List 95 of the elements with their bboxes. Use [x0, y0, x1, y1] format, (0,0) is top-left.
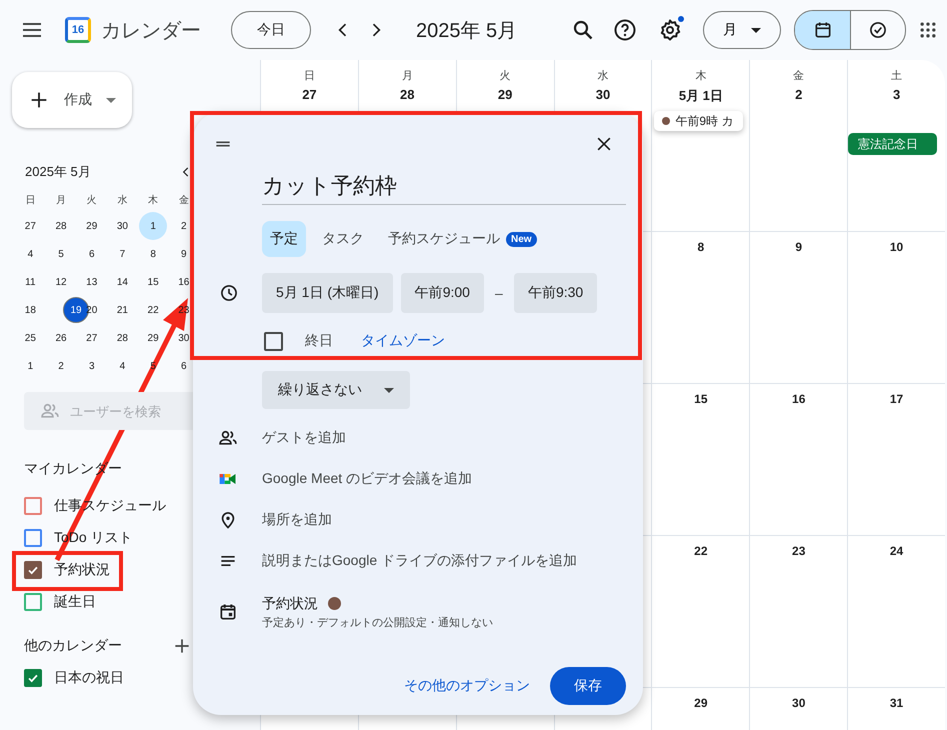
weekday-label: 月 [402, 69, 413, 83]
calendar-name: 誕生日 [54, 593, 96, 611]
weekday-label: 水 [597, 69, 608, 83]
mini-calendar-day[interactable]: 27 [80, 326, 104, 350]
weekday-label: 水 [116, 194, 128, 208]
range-dash: – [494, 285, 504, 301]
mini-calendar-day[interactable]: 6 [80, 242, 104, 266]
mini-calendar-day[interactable]: 14 [110, 270, 134, 294]
end-time-button[interactable]: 午前9:30 [514, 273, 598, 313]
weekday-label: 日 [24, 194, 36, 208]
title-field[interactable]: カット予約枠 [262, 167, 626, 205]
mini-calendar-day[interactable]: 1 [141, 214, 166, 238]
all-day-label: 終日 [305, 332, 333, 350]
weekday-label: 木 [147, 194, 160, 208]
mini-calendar-day[interactable]: 29 [80, 214, 104, 238]
today-button[interactable]: 今日 [231, 11, 311, 49]
calendar-logo: 16 [65, 17, 91, 43]
event-chip[interactable]: 午前9時 カ [654, 111, 744, 131]
day-number[interactable]: 24 [890, 544, 904, 558]
calendar-name[interactable]: 予約状況 [262, 594, 318, 612]
create-button[interactable]: 作成 [12, 72, 132, 128]
day-number[interactable]: 30 [596, 87, 610, 102]
weekday-label: 木 [695, 69, 706, 83]
add-guests-link[interactable]: ゲストを追加 [262, 428, 626, 446]
weekday-label: 火 [500, 69, 511, 83]
more-options-link[interactable]: その他のオプション [404, 677, 530, 695]
mini-calendar-day[interactable]: 7 [110, 242, 134, 266]
day-number[interactable]: 8 [698, 240, 704, 254]
mini-calendar-day[interactable]: 25 [18, 326, 42, 350]
mini-calendar-day[interactable]: 21 [110, 298, 134, 322]
day-number[interactable]: 22 [694, 544, 708, 558]
mini-calendar-title: 2025年 5月 [25, 163, 91, 181]
mini-calendar-day[interactable]: 11 [18, 270, 42, 294]
section-title: 他のカレンダー [24, 637, 122, 655]
holiday-chip[interactable]: 憲法記念日 [848, 133, 937, 155]
event-type-tab[interactable]: タスク [314, 221, 372, 257]
calendar-settings-summary: 予定あり・デフォルトの公開設定・通知しない [262, 616, 494, 630]
day-number[interactable]: 29 [694, 696, 708, 710]
mini-calendar-day[interactable]: 12 [49, 270, 74, 294]
day-number[interactable]: 17 [890, 392, 904, 406]
mini-calendar-day[interactable]: 22 [141, 298, 166, 322]
mini-calendar-day[interactable]: 4 [18, 242, 42, 266]
mini-calendar-day[interactable]: 28 [110, 326, 134, 350]
mini-calendar-day[interactable]: 27 [18, 214, 42, 238]
mini-calendar-day[interactable]: 18 [18, 298, 42, 322]
day-number[interactable]: 28 [400, 87, 414, 102]
day-number[interactable]: 2 [795, 87, 802, 102]
mini-calendar-day[interactable]: 30 [110, 214, 134, 238]
day-number[interactable]: 5月 1日 [678, 87, 723, 105]
time-zone-link[interactable]: タイムゾーン [361, 332, 445, 350]
calendar-name: 日本の祝日 [54, 669, 124, 687]
add-video-call-link[interactable]: Google Meet のビデオ会議を追加 [262, 470, 626, 488]
mini-calendar-day[interactable]: 13 [80, 270, 104, 294]
add-description-link[interactable]: 説明またはGoogle ドライブの添付ファイルを追加 [262, 552, 626, 570]
event-type-tab[interactable]: 予約スケジュール New [380, 221, 545, 257]
day-number[interactable]: 9 [795, 240, 802, 254]
date-button[interactable]: 5月 1日 (木曜日) [262, 273, 393, 313]
event-type-tab[interactable]: 予定 [262, 221, 306, 257]
add-location-link[interactable]: 場所を追加 [262, 510, 626, 528]
mini-calendar-day[interactable]: 5 [49, 242, 74, 266]
day-number[interactable]: 29 [498, 87, 512, 102]
event-title: 午前9時 カ [675, 112, 734, 130]
mini-calendar-day[interactable]: 5 [141, 354, 166, 378]
day-number[interactable]: 31 [890, 696, 904, 710]
weekday-label: 金 [178, 194, 190, 208]
save-button[interactable]: 保存 [550, 667, 626, 705]
weekday-label: 火 [86, 194, 98, 208]
view-dropdown[interactable]: 月 [703, 11, 781, 49]
app-name: カレンダー [101, 18, 201, 44]
day-number[interactable]: 30 [792, 696, 806, 710]
day-number[interactable]: 10 [890, 240, 904, 254]
day-number[interactable]: 16 [792, 392, 806, 406]
mini-calendar-day[interactable]: 29 [141, 326, 166, 350]
weekday-label: 金 [793, 69, 804, 83]
mini-calendar-day[interactable]: 15 [141, 270, 166, 294]
mini-calendar-day[interactable]: 1 [18, 354, 42, 378]
calendar-name: 予約状況 [54, 561, 110, 579]
weekday-label: 土 [891, 69, 902, 83]
mini-calendar-day[interactable]: 8 [141, 242, 166, 266]
mini-calendar-day[interactable]: 2 [49, 354, 74, 378]
mini-calendar-day[interactable]: 28 [49, 214, 74, 238]
mini-calendar-day[interactable]: 6 [172, 354, 196, 378]
repeat-dropdown[interactable]: 繰り返さない [262, 371, 410, 409]
period-title: 2025年 5月 [416, 18, 518, 44]
new-badge: New [506, 232, 537, 246]
mini-calendar-day[interactable]: 26 [49, 326, 74, 350]
weekday-label: 月 [55, 194, 68, 208]
day-number[interactable]: 3 [892, 87, 900, 102]
start-time-button[interactable]: 午前9:00 [400, 273, 484, 313]
weekday-label: 日 [304, 69, 315, 83]
mini-calendar-day[interactable]: 3 [80, 354, 104, 378]
day-number[interactable]: 27 [302, 87, 317, 102]
day-number[interactable]: 23 [792, 544, 806, 558]
day-number[interactable]: 15 [694, 392, 708, 406]
mini-calendar-day[interactable]: 4 [110, 354, 134, 378]
